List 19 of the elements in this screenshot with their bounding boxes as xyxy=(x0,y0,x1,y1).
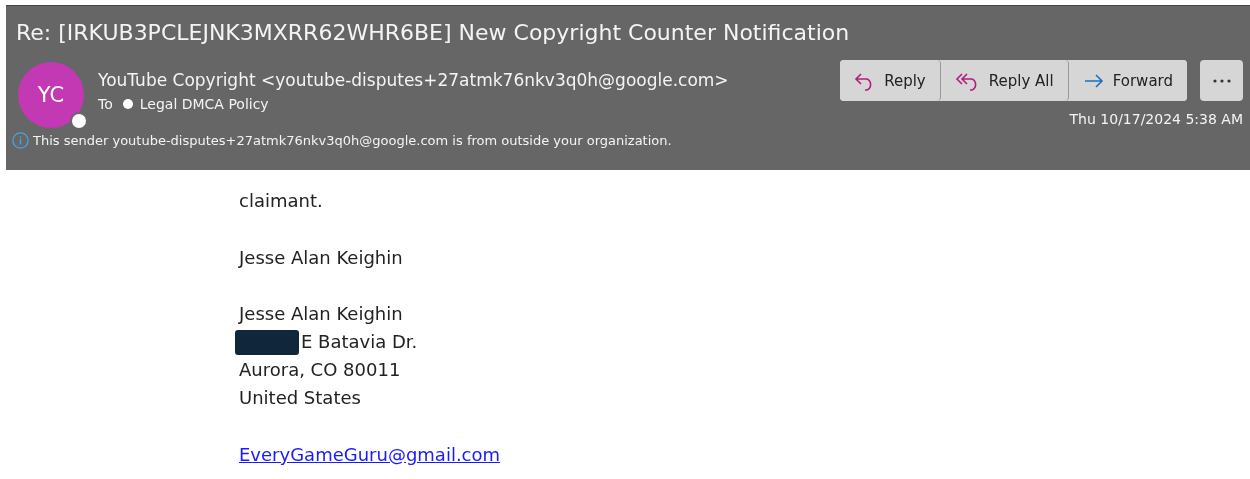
address-line: United States xyxy=(239,386,361,410)
sender-address[interactable]: YouTube Copyright <youtube-disputes+27atmk76nkv3q0h@google.com> xyxy=(98,70,729,90)
body-text: claimant. xyxy=(239,189,324,213)
ellipsis-icon xyxy=(1212,78,1231,83)
message-subject: Re: [IRKUB3PCLEJNK3MXRR62WHR6BE] New Copyright Counter Notification xyxy=(16,19,851,47)
address-line: Jesse Alan Keighin xyxy=(239,302,403,326)
message-date: Thu 10/17/2024 5:38 AM xyxy=(1069,111,1243,127)
reply-button[interactable]: Reply xyxy=(840,60,941,101)
address-line: E Batavia Dr. xyxy=(301,330,418,354)
recipient-name[interactable]: Legal DMCA Policy xyxy=(139,96,269,112)
more-options-button[interactable] xyxy=(1200,60,1243,101)
info-icon xyxy=(12,132,29,149)
sender-avatar[interactable]: YC xyxy=(18,62,84,128)
avatar-initials: YC xyxy=(37,83,65,107)
signature-name: Jesse Alan Keighin xyxy=(239,246,404,270)
external-sender-notice: This sender youtube-disputes+27atmk76nkv3q0h@google.com is from outside your organization. xyxy=(33,133,672,148)
address-line: Aurora, CO 80011 xyxy=(239,358,401,382)
to-label: To xyxy=(98,96,113,112)
email-link[interactable]: EveryGameGuru@gmail.com xyxy=(239,440,501,469)
